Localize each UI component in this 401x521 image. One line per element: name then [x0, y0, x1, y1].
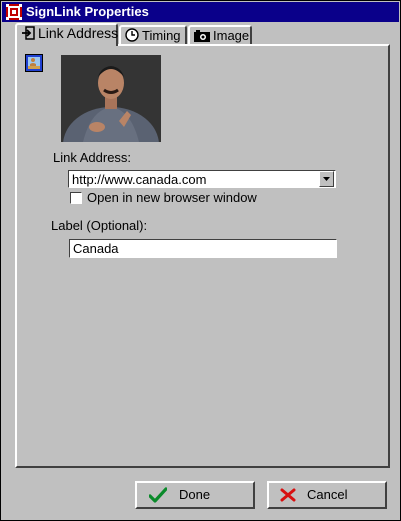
open-new-window-checkbox[interactable] [70, 192, 82, 204]
done-label: Done [179, 487, 211, 502]
tab-image[interactable]: Image [188, 25, 252, 45]
sign-video-thumbnail [61, 55, 161, 142]
done-button[interactable]: Done [135, 481, 255, 509]
tab-link-address[interactable]: Link Address [15, 23, 118, 46]
cancel-label: Cancel [307, 487, 348, 502]
camera-icon [194, 30, 210, 42]
checkmark-icon [149, 487, 167, 503]
cancel-button[interactable]: Cancel [267, 481, 387, 509]
link-address-value: http://www.canada.com [72, 172, 207, 187]
window-title: SignLink Properties [26, 4, 149, 19]
tab-label: Image [213, 28, 250, 43]
label-optional-label: Label (Optional): [51, 218, 148, 233]
tab-timing[interactable]: Timing [119, 25, 187, 45]
link-thumbnail-icon[interactable] [25, 54, 43, 72]
open-new-window-label: Open in new browser window [87, 190, 257, 205]
label-input[interactable]: Canada [69, 239, 337, 258]
chevron-down-icon [323, 177, 330, 181]
link-in-icon [22, 26, 35, 40]
link-address-combobox[interactable]: http://www.canada.com [68, 170, 336, 188]
tab-panel-link-address: Link Address: http://www.canada.com Open… [15, 44, 390, 468]
title-bar[interactable]: SignLink Properties [2, 2, 399, 22]
signlink-properties-dialog: SignLink Properties Link Address Timing … [0, 0, 401, 521]
link-address-label: Link Address: [53, 150, 132, 165]
signlink-app-icon [6, 4, 22, 20]
dropdown-button[interactable] [319, 171, 334, 187]
cross-icon [280, 488, 296, 502]
tab-label: Timing [142, 28, 181, 43]
tab-label: Link Address [38, 25, 119, 41]
label-input-value: Canada [73, 241, 119, 256]
clock-icon [125, 28, 139, 42]
